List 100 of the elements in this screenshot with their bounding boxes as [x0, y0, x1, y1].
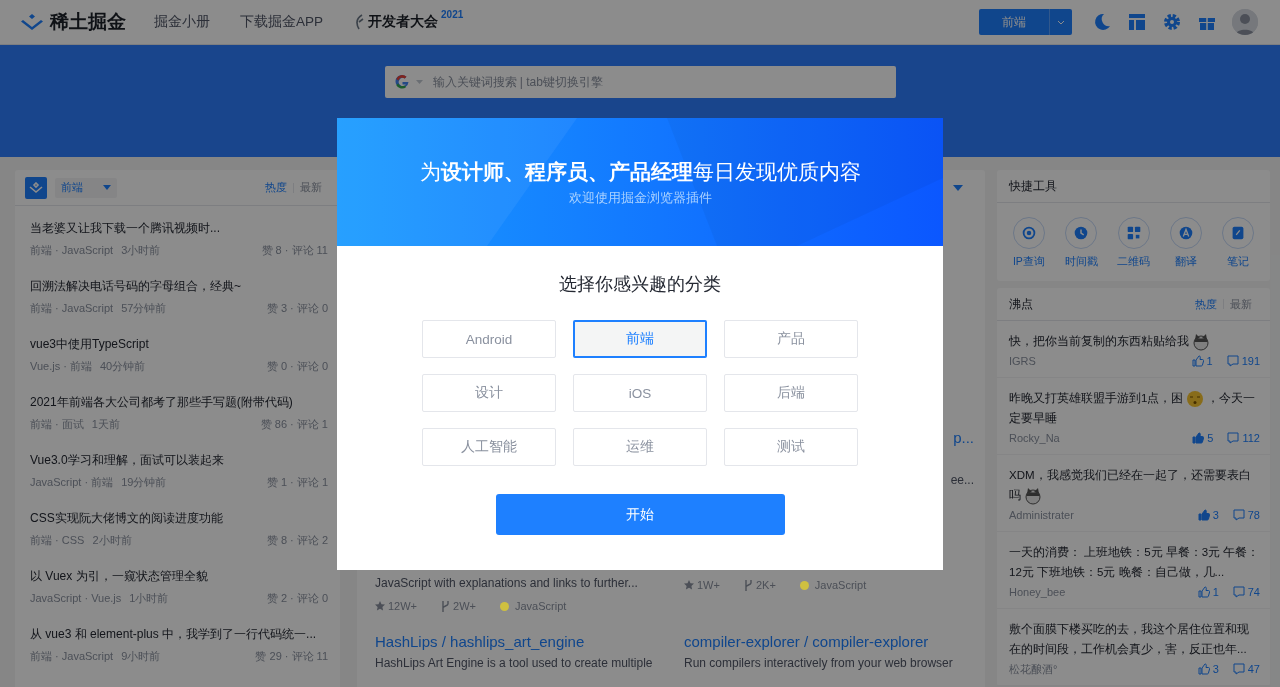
- language-label: JavaScript: [515, 599, 567, 614]
- article-title[interactable]: CSS实现阮大佬博文的阅读进度功能: [30, 508, 328, 528]
- like-count[interactable]: 3: [1197, 659, 1219, 679]
- face-emoji-icon: [1186, 389, 1205, 408]
- article-title[interactable]: Vue3.0学习和理解，面试可以装起来: [30, 450, 328, 470]
- post-author[interactable]: IGRS: [1009, 351, 1178, 371]
- category-option[interactable]: 设计: [422, 374, 556, 412]
- article-tags: JavaScript · Vue.js: [30, 589, 122, 607]
- layout-icon[interactable]: [1127, 12, 1147, 32]
- article-title[interactable]: 以 Vuex 为引，一窥状态管理全貌: [30, 566, 328, 586]
- like-count[interactable]: 5: [1192, 428, 1214, 448]
- comment-count[interactable]: 47: [1232, 659, 1260, 679]
- google-icon: [393, 74, 410, 90]
- article-title[interactable]: 回溯法解决电话号码的字母组合，经典~: [30, 276, 328, 296]
- comment-count[interactable]: 112: [1227, 428, 1260, 448]
- start-button[interactable]: 开始: [495, 494, 785, 535]
- fork-icon: [441, 600, 451, 612]
- comment-icon: [1232, 509, 1245, 521]
- post-text: 定要早睡: [1009, 411, 1057, 426]
- post-author[interactable]: Honey_bee: [1009, 582, 1184, 602]
- category-select[interactable]: 前端: [55, 177, 117, 198]
- dog-emoji-icon: [1024, 486, 1042, 505]
- category-option[interactable]: 产品: [724, 320, 858, 358]
- like-count[interactable]: 1: [1191, 351, 1213, 371]
- article-title[interactable]: 从 vue3 和 element-plus 中，我学到了一行代码统一...: [30, 624, 328, 644]
- sort-tab[interactable]: 热度: [259, 180, 293, 195]
- nav-link[interactable]: 掘金小册: [154, 13, 210, 31]
- dialog-title: 为设计师、程序员、产品经理每日发现优质内容: [419, 159, 861, 185]
- post-author[interactable]: Administrater: [1009, 505, 1184, 525]
- article-stats: 赞 86 · 评论 1: [260, 417, 328, 432]
- post-text: 一天的消费： 上班地铁：5元 早餐：3元 午餐：12元 下班地铁：5元 晚餐：自己做，几...: [1009, 546, 1260, 578]
- conference-icon: [353, 14, 365, 30]
- caret-icon: [103, 185, 111, 190]
- settings-icon[interactable]: [1162, 12, 1182, 32]
- article-stats: 赞 1 · 评论 1: [266, 475, 328, 490]
- category-option[interactable]: 运维: [573, 428, 707, 466]
- caret-icon: [415, 80, 423, 84]
- dialog-subtitle: 欢迎使用掘金浏览器插件: [568, 190, 712, 207]
- thumb-icon: [1191, 355, 1204, 367]
- comment-icon: [1226, 355, 1239, 367]
- repo-description: HashLips Art Engine is a tool used to create multiple: [375, 655, 653, 672]
- article-title[interactable]: 当老婆又让我下载一个腾讯视频时...: [30, 218, 328, 238]
- star-icon: [684, 580, 694, 590]
- post-text: 敷个面膜下楼买吃的去，我这个居住位置和现在的时间段，工作机会真少，害，反正也年...: [1009, 623, 1249, 655]
- comment-count[interactable]: 78: [1232, 505, 1260, 525]
- search-field[interactable]: 输入关键词搜索 | tab键切换引擎: [384, 66, 896, 98]
- star-icon: [375, 601, 385, 611]
- caret-icon: [1057, 19, 1065, 25]
- logo-text[interactable]: 稀土掘金: [50, 9, 126, 35]
- card-title: 快捷工具: [1009, 177, 1057, 195]
- comment-count[interactable]: 74: [1232, 582, 1260, 602]
- article-stats: 赞 8 · 评论 11: [261, 243, 328, 258]
- post-text: 快，把你当前复制的东西粘贴给我: [1009, 334, 1189, 349]
- fork-count: 2K+: [743, 576, 776, 594]
- language-label: JavaScript: [814, 578, 867, 593]
- post-author[interactable]: Rocky_Na: [1009, 428, 1179, 448]
- liked-thumb-icon: [1192, 432, 1205, 444]
- feed-icon: [25, 176, 47, 199]
- repo-description: ee...: [950, 472, 974, 489]
- fork-icon: [743, 579, 753, 591]
- thumb-icon: [1197, 586, 1210, 598]
- category-option[interactable]: iOS: [573, 374, 707, 412]
- post-text: 吗: [1009, 488, 1021, 503]
- comment-icon: [1227, 432, 1240, 444]
- category-option[interactable]: 测试: [724, 428, 858, 466]
- liked-thumb-icon: [1197, 509, 1210, 521]
- post-author[interactable]: 松花酿酒°: [1009, 659, 1184, 679]
- moon-icon[interactable]: [1092, 12, 1112, 32]
- category-option[interactable]: 前端: [573, 320, 707, 358]
- dialog-heading: 选择你感兴趣的分类: [559, 273, 721, 296]
- nav-link[interactable]: 下载掘金APP: [240, 13, 323, 31]
- thumb-icon: [1197, 663, 1210, 675]
- caret-icon[interactable]: [953, 184, 963, 191]
- repo-title[interactable]: compiler-explorer / compiler-explorer: [684, 631, 929, 653]
- fork-count: 2W+: [441, 597, 476, 615]
- category-option[interactable]: 人工智能: [422, 428, 556, 466]
- category-option[interactable]: 后端: [724, 374, 858, 412]
- star-count: 1W+: [684, 576, 720, 594]
- like-count[interactable]: 3: [1197, 505, 1219, 525]
- post-text: XDM，我感觉我们已经在一起了，还需要表白: [1009, 468, 1251, 483]
- comment-count[interactable]: 191: [1226, 351, 1260, 371]
- star-count: 12W+: [375, 597, 418, 615]
- sort-tab[interactable]: 热度: [1189, 296, 1223, 312]
- post-text: 昨晚又打英雄联盟手游到1点，困: [1009, 391, 1184, 406]
- comment-icon: [1232, 586, 1245, 598]
- like-count[interactable]: 1: [1197, 582, 1219, 602]
- comment-icon: [1232, 663, 1245, 675]
- post-text: ，今天一: [1207, 391, 1256, 406]
- dog-emoji-icon: [1192, 332, 1210, 351]
- repo-description: JavaScript with explanations and links to further...: [375, 575, 638, 592]
- category-option[interactable]: Android: [422, 320, 556, 358]
- article-title[interactable]: 2021年前端各大公司都考了那些手写题(附带代码): [30, 392, 328, 412]
- repo-title[interactable]: HashLips / hashlips_art_engine: [375, 631, 585, 653]
- card-title: 沸点: [1009, 295, 1033, 313]
- tool-icon: [1125, 224, 1143, 242]
- article-title[interactable]: vue3中使用TypeScript: [30, 334, 328, 354]
- category-dropdown[interactable]: 前端: [979, 9, 1072, 35]
- article-stats: 赞 29 · 评论 11: [255, 649, 328, 664]
- repo-title[interactable]: p...: [953, 427, 974, 449]
- logo-icon: [20, 12, 44, 32]
